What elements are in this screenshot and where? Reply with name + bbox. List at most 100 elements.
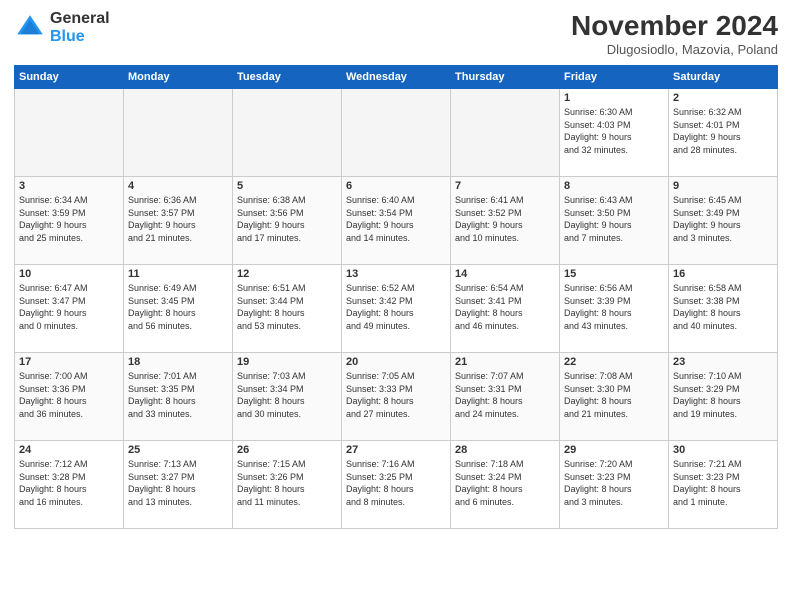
day-info: Sunrise: 7:15 AM Sunset: 3:26 PM Dayligh… [237, 458, 337, 508]
weekday-header-thursday: Thursday [451, 66, 560, 89]
day-info: Sunrise: 7:03 AM Sunset: 3:34 PM Dayligh… [237, 370, 337, 420]
calendar-cell: 6Sunrise: 6:40 AM Sunset: 3:54 PM Daylig… [342, 177, 451, 265]
calendar-cell: 9 Sunrise: 6:45 AM Sunset: 3:49 PM Daylig… [669, 177, 778, 265]
day-number: 1 [564, 92, 664, 104]
week-row-2: 3 Sunrise: 6:34 AM Sunset: 3:59 PM Daylig… [15, 177, 778, 265]
day-number: 4 [128, 180, 228, 192]
day-info: Sunrise: 6:45 AM Sunset: 3:49 PM Dayligh… [673, 194, 773, 244]
calendar-cell: 2 Sunrise: 6:32 AM Sunset: 4:01 PM Daylig… [669, 89, 778, 177]
day-number: 17 [19, 356, 119, 368]
day-info: Sunrise: 7:08 AM Sunset: 3:30 PM Dayligh… [564, 370, 664, 420]
calendar-cell: 24 Sunrise: 7:12 AM Sunset: 3:28 PM Dayli… [15, 441, 124, 529]
calendar-cell: 23 Sunrise: 7:10 AM Sunset: 3:29 PM Dayli… [669, 353, 778, 441]
calendar-cell: 13Sunrise: 6:52 AM Sunset: 3:42 PM Dayli… [342, 265, 451, 353]
day-number: 13 [346, 268, 446, 280]
day-number: 22 [564, 356, 664, 368]
day-info: Sunrise: 7:10 AM Sunset: 3:29 PM Dayligh… [673, 370, 773, 420]
calendar-cell: 25Sunrise: 7:13 AM Sunset: 3:27 PM Dayli… [124, 441, 233, 529]
logo-blue: Blue [50, 28, 85, 45]
day-number: 6 [346, 180, 446, 192]
calendar-cell: 16Sunrise: 6:58 AM Sunset: 3:38 PM Dayli… [669, 265, 778, 353]
day-number: 29 [564, 444, 664, 456]
calendar-cell [15, 89, 124, 177]
day-number: 15 [564, 268, 664, 280]
day-number: 3 [19, 180, 119, 192]
calendar-cell: 11Sunrise: 6:49 AM Sunset: 3:45 PM Dayli… [124, 265, 233, 353]
weekday-header-wednesday: Wednesday [342, 66, 451, 89]
day-info: Sunrise: 6:36 AM Sunset: 3:57 PM Dayligh… [128, 194, 228, 244]
weekday-header-friday: Friday [560, 66, 669, 89]
day-info: Sunrise: 6:38 AM Sunset: 3:56 PM Dayligh… [237, 194, 337, 244]
calendar-cell: 30Sunrise: 7:21 AM Sunset: 3:23 PM Dayli… [669, 441, 778, 529]
day-number: 26 [237, 444, 337, 456]
day-info: Sunrise: 7:13 AM Sunset: 3:27 PM Dayligh… [128, 458, 228, 508]
day-number: 21 [455, 356, 555, 368]
day-info: Sunrise: 6:34 AM Sunset: 3:59 PM Dayligh… [19, 194, 119, 244]
location: Dlugosiodlo, Mazovia, Poland [571, 42, 778, 57]
weekday-header-saturday: Saturday [669, 66, 778, 89]
weekday-header-sunday: Sunday [15, 66, 124, 89]
calendar-cell: 8 Sunrise: 6:43 AM Sunset: 3:50 PM Daylig… [560, 177, 669, 265]
day-info: Sunrise: 6:47 AM Sunset: 3:47 PM Dayligh… [19, 282, 119, 332]
calendar-cell: 1 Sunrise: 6:30 AM Sunset: 4:03 PM Daylig… [560, 89, 669, 177]
day-info: Sunrise: 7:21 AM Sunset: 3:23 PM Dayligh… [673, 458, 773, 508]
calendar-cell [451, 89, 560, 177]
calendar-cell: 19Sunrise: 7:03 AM Sunset: 3:34 PM Dayli… [233, 353, 342, 441]
day-info: Sunrise: 7:01 AM Sunset: 3:35 PM Dayligh… [128, 370, 228, 420]
week-row-1: 1 Sunrise: 6:30 AM Sunset: 4:03 PM Daylig… [15, 89, 778, 177]
day-info: Sunrise: 7:05 AM Sunset: 3:33 PM Dayligh… [346, 370, 446, 420]
day-number: 28 [455, 444, 555, 456]
day-number: 23 [673, 356, 773, 368]
day-info: Sunrise: 7:12 AM Sunset: 3:28 PM Dayligh… [19, 458, 119, 508]
calendar-cell: 17 Sunrise: 7:00 AM Sunset: 3:36 PM Dayli… [15, 353, 124, 441]
day-number: 11 [128, 268, 228, 280]
calendar-cell: 22 Sunrise: 7:08 AM Sunset: 3:30 PM Dayli… [560, 353, 669, 441]
calendar-cell: 20 Sunrise: 7:05 AM Sunset: 3:33 PM Dayli… [342, 353, 451, 441]
day-number: 9 [673, 180, 773, 192]
day-number: 27 [346, 444, 446, 456]
logo: General Blue [14, 10, 110, 45]
calendar-cell: 21 Sunrise: 7:07 AM Sunset: 3:31 PM Dayli… [451, 353, 560, 441]
day-number: 10 [19, 268, 119, 280]
week-row-5: 24 Sunrise: 7:12 AM Sunset: 3:28 PM Dayli… [15, 441, 778, 529]
logo-text: General Blue [50, 10, 110, 45]
day-info: Sunrise: 6:58 AM Sunset: 3:38 PM Dayligh… [673, 282, 773, 332]
calendar-cell: 28Sunrise: 7:18 AM Sunset: 3:24 PM Dayli… [451, 441, 560, 529]
weekday-header-monday: Monday [124, 66, 233, 89]
day-number: 20 [346, 356, 446, 368]
day-number: 2 [673, 92, 773, 104]
calendar-cell: 18 Sunrise: 7:01 AM Sunset: 3:35 PM Dayli… [124, 353, 233, 441]
day-number: 7 [455, 180, 555, 192]
day-info: Sunrise: 6:43 AM Sunset: 3:50 PM Dayligh… [564, 194, 664, 244]
calendar-cell: 15Sunrise: 6:56 AM Sunset: 3:39 PM Dayli… [560, 265, 669, 353]
week-row-3: 10 Sunrise: 6:47 AM Sunset: 3:47 PM Dayli… [15, 265, 778, 353]
title-block: November 2024 Dlugosiodlo, Mazovia, Pola… [571, 10, 778, 57]
day-number: 8 [564, 180, 664, 192]
day-info: Sunrise: 6:41 AM Sunset: 3:52 PM Dayligh… [455, 194, 555, 244]
day-info: Sunrise: 7:00 AM Sunset: 3:36 PM Dayligh… [19, 370, 119, 420]
calendar-cell: 5Sunrise: 6:38 AM Sunset: 3:56 PM Daylig… [233, 177, 342, 265]
day-info: Sunrise: 6:30 AM Sunset: 4:03 PM Dayligh… [564, 106, 664, 156]
day-info: Sunrise: 6:32 AM Sunset: 4:01 PM Dayligh… [673, 106, 773, 156]
day-info: Sunrise: 7:16 AM Sunset: 3:25 PM Dayligh… [346, 458, 446, 508]
calendar-cell: 26 Sunrise: 7:15 AM Sunset: 3:26 PM Dayli… [233, 441, 342, 529]
weekday-header-row: SundayMondayTuesdayWednesdayThursdayFrid… [15, 66, 778, 89]
calendar-cell [342, 89, 451, 177]
calendar-cell: 3 Sunrise: 6:34 AM Sunset: 3:59 PM Daylig… [15, 177, 124, 265]
day-info: Sunrise: 7:07 AM Sunset: 3:31 PM Dayligh… [455, 370, 555, 420]
calendar-cell: 12 Sunrise: 6:51 AM Sunset: 3:44 PM Dayli… [233, 265, 342, 353]
calendar-cell [233, 89, 342, 177]
page: General Blue November 2024 Dlugosiodlo, … [0, 0, 792, 612]
day-info: Sunrise: 6:51 AM Sunset: 3:44 PM Dayligh… [237, 282, 337, 332]
day-number: 18 [128, 356, 228, 368]
logo-general: General [50, 10, 110, 27]
calendar-cell: 14Sunrise: 6:54 AM Sunset: 3:41 PM Dayli… [451, 265, 560, 353]
day-number: 24 [19, 444, 119, 456]
calendar-cell: 29 Sunrise: 7:20 AM Sunset: 3:23 PM Dayli… [560, 441, 669, 529]
day-info: Sunrise: 7:20 AM Sunset: 3:23 PM Dayligh… [564, 458, 664, 508]
calendar-cell: 27 Sunrise: 7:16 AM Sunset: 3:25 PM Dayli… [342, 441, 451, 529]
calendar: SundayMondayTuesdayWednesdayThursdayFrid… [14, 65, 778, 529]
week-row-4: 17 Sunrise: 7:00 AM Sunset: 3:36 PM Dayli… [15, 353, 778, 441]
day-info: Sunrise: 6:54 AM Sunset: 3:41 PM Dayligh… [455, 282, 555, 332]
day-number: 12 [237, 268, 337, 280]
